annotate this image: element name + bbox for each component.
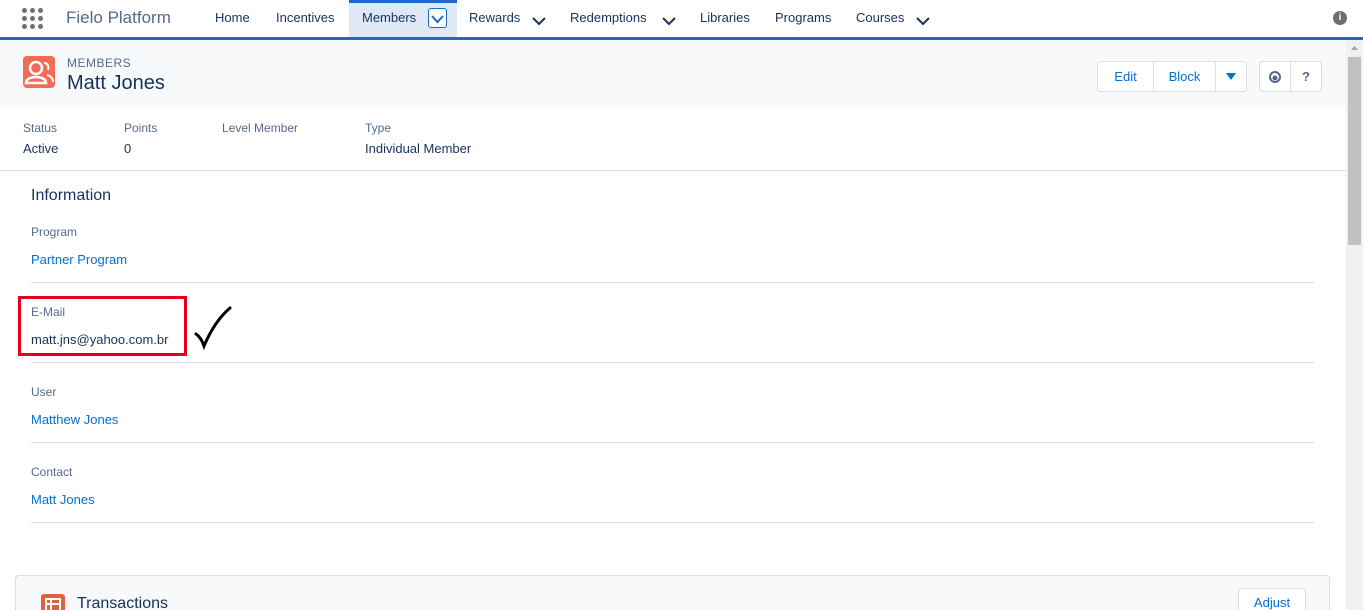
contact-link[interactable]: Matt Jones: [31, 492, 95, 507]
edit-button[interactable]: Edit: [1098, 62, 1154, 91]
record-header: MEMBERS Matt Jones Edit Block ?: [0, 40, 1346, 108]
chevron-down-icon[interactable]: [662, 13, 676, 26]
points-label: Points: [124, 121, 158, 135]
nav-item-libraries[interactable]: Libraries: [700, 0, 750, 37]
divider: [31, 522, 1314, 523]
highlights-panel: Status Active Points 0 Level Member Type…: [0, 108, 1346, 171]
utility-button-group: ?: [1259, 61, 1322, 92]
transactions-card: Transactions Adjust: [15, 575, 1330, 610]
divider: [31, 362, 1314, 363]
user-link[interactable]: Matthew Jones: [31, 412, 118, 427]
points-value: 0: [124, 141, 132, 156]
user-label: User: [31, 385, 57, 399]
scroll-up-arrow-icon[interactable]: [1346, 40, 1363, 57]
divider: [31, 282, 1314, 283]
record-title: Matt Jones: [67, 72, 165, 94]
nav-item-members-label: Members: [362, 10, 417, 25]
nav-item-members[interactable]: Members: [349, 0, 457, 37]
level-member-label: Level Member: [222, 121, 299, 135]
status-value: Active: [23, 141, 59, 156]
program-label: Program: [31, 225, 78, 239]
member-icon: [23, 56, 55, 88]
type-label: Type: [365, 121, 392, 135]
nav-item-courses[interactable]: Courses: [856, 0, 904, 37]
nav-item-redemptions[interactable]: Redemptions: [570, 0, 647, 37]
transactions-title: Transactions: [77, 595, 168, 610]
info-icon[interactable]: i: [1333, 11, 1347, 25]
program-link[interactable]: Partner Program: [31, 252, 127, 267]
chevron-down-icon[interactable]: [428, 8, 447, 28]
app-name: Fielo Platform: [66, 8, 171, 27]
nav-item-home[interactable]: Home: [215, 0, 250, 37]
action-button-group: Edit Block: [1097, 61, 1247, 92]
section-title: Information: [31, 187, 112, 204]
chevron-down-icon[interactable]: [916, 13, 930, 26]
email-highlight-box: [18, 296, 187, 356]
contact-label: Contact: [31, 465, 73, 479]
object-label: MEMBERS: [67, 56, 132, 70]
type-value: Individual Member: [365, 141, 472, 156]
help-button[interactable]: ?: [1291, 62, 1321, 91]
nav-item-incentives[interactable]: Incentives: [276, 0, 335, 37]
global-navigation: Fielo Platform Home Incentives Members R…: [0, 0, 1363, 40]
scrollbar-thumb[interactable]: [1348, 57, 1361, 245]
checkmark-icon: [194, 306, 232, 351]
divider: [31, 442, 1314, 443]
app-launcher-icon[interactable]: [22, 8, 44, 30]
status-label: Status: [23, 121, 58, 135]
transactions-icon: [41, 594, 65, 610]
nav-item-rewards[interactable]: Rewards: [469, 0, 520, 37]
follow-icon[interactable]: [1260, 62, 1291, 91]
page-scrollbar[interactable]: [1346, 40, 1363, 610]
chevron-down-icon[interactable]: [532, 13, 546, 26]
more-actions-button[interactable]: [1216, 62, 1246, 91]
nav-item-programs[interactable]: Programs: [775, 0, 831, 37]
block-button[interactable]: Block: [1154, 62, 1216, 91]
adjust-button[interactable]: Adjust: [1238, 588, 1306, 610]
